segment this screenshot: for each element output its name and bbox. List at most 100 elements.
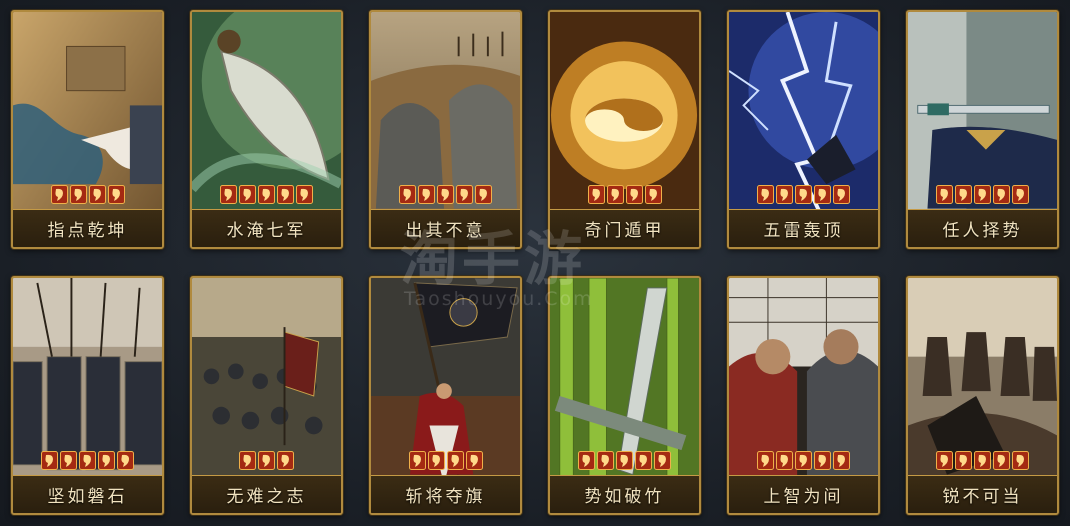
star-rating	[550, 185, 699, 204]
star-icon	[418, 185, 435, 204]
star-icon	[993, 451, 1010, 470]
card-1[interactable]: 指点乾坤	[11, 10, 164, 249]
star-icon	[107, 185, 125, 204]
card-name: 斩将夺旗	[405, 487, 486, 507]
card-name-plate: 斩将夺旗	[371, 475, 520, 513]
star-rating	[908, 451, 1057, 470]
star-icon	[98, 451, 115, 470]
star-rating	[908, 185, 1057, 204]
star-icon	[239, 185, 256, 204]
star-icon	[993, 185, 1010, 204]
card-name-plate: 势如破竹	[550, 475, 699, 513]
card-9[interactable]: 斩将夺旗	[369, 276, 522, 515]
watermark-text: 淘手游	[400, 225, 587, 293]
star-rating	[13, 451, 162, 470]
star-icon	[795, 185, 812, 204]
star-icon	[955, 185, 972, 204]
star-icon	[814, 451, 831, 470]
star-icon	[239, 451, 256, 470]
card-12[interactable]: 锐不可当	[906, 276, 1059, 515]
star-icon	[616, 451, 633, 470]
star-icon	[296, 185, 313, 204]
star-icon	[606, 185, 624, 204]
star-icon	[597, 451, 614, 470]
star-rating	[13, 185, 162, 204]
star-icon	[220, 185, 237, 204]
card-8[interactable]: 无难之志	[190, 276, 343, 515]
card-name-plate: 任人择势	[908, 209, 1057, 247]
star-icon	[277, 451, 294, 470]
star-icon	[69, 185, 87, 204]
star-rating	[192, 451, 341, 470]
card-11[interactable]: 上智为间	[727, 276, 880, 515]
star-rating	[371, 451, 520, 470]
card-5[interactable]: 五雷轰顶	[727, 10, 880, 249]
card-name-plate: 五雷轰顶	[729, 209, 878, 247]
star-icon	[587, 185, 605, 204]
card-name: 势如破竹	[584, 487, 665, 507]
star-icon	[258, 451, 275, 470]
star-icon	[437, 185, 454, 204]
card-name-plate: 指点乾坤	[13, 209, 162, 247]
star-icon	[117, 451, 134, 470]
card-name-plate: 水淹七军	[192, 209, 341, 247]
star-icon	[399, 185, 416, 204]
card-name: 指点乾坤	[47, 221, 128, 241]
card-name: 奇门遁甲	[584, 221, 665, 241]
star-rating	[729, 185, 878, 204]
star-icon	[456, 185, 473, 204]
star-icon	[776, 451, 793, 470]
star-icon	[79, 451, 96, 470]
star-rating	[192, 185, 341, 204]
card-name-plate: 无难之志	[192, 475, 341, 513]
star-icon	[776, 185, 793, 204]
star-icon	[88, 185, 106, 204]
card-name-plate: 坚如磐石	[13, 475, 162, 513]
star-icon	[475, 185, 492, 204]
card-name: 五雷轰顶	[763, 221, 844, 241]
star-icon	[258, 185, 275, 204]
star-icon	[974, 451, 991, 470]
star-icon	[1012, 451, 1029, 470]
card-10[interactable]: 势如破竹	[548, 276, 701, 515]
star-rating	[550, 451, 699, 470]
card-name-plate: 上智为间	[729, 475, 878, 513]
star-icon	[635, 451, 652, 470]
star-icon	[833, 185, 850, 204]
star-icon	[936, 185, 953, 204]
card-2[interactable]: 水淹七军	[190, 10, 343, 249]
star-rating	[371, 185, 520, 204]
star-icon	[277, 185, 294, 204]
star-icon	[408, 451, 426, 470]
card-name: 任人择势	[942, 221, 1023, 241]
star-icon	[1012, 185, 1029, 204]
star-icon	[757, 185, 774, 204]
card-name: 上智为间	[763, 487, 844, 507]
star-icon	[625, 185, 643, 204]
card-name: 水淹七军	[226, 221, 307, 241]
star-icon	[795, 451, 812, 470]
star-icon	[654, 451, 671, 470]
card-name-plate: 锐不可当	[908, 475, 1057, 513]
star-icon	[833, 451, 850, 470]
card-name: 坚如磐石	[47, 487, 128, 507]
star-icon	[757, 451, 774, 470]
star-icon	[955, 451, 972, 470]
star-icon	[578, 451, 595, 470]
star-rating	[729, 451, 878, 470]
card-name: 无难之志	[226, 487, 307, 507]
star-icon	[50, 185, 68, 204]
watermark-subtext: Taoshouyou.Com	[404, 288, 594, 310]
star-icon	[974, 185, 991, 204]
star-icon	[446, 451, 464, 470]
star-icon	[644, 185, 662, 204]
star-icon	[60, 451, 77, 470]
star-icon	[814, 185, 831, 204]
star-icon	[465, 451, 483, 470]
star-icon	[936, 451, 953, 470]
star-icon	[427, 451, 445, 470]
star-icon	[41, 451, 58, 470]
card-6[interactable]: 任人择势	[906, 10, 1059, 249]
card-7[interactable]: 坚如磐石	[11, 276, 164, 515]
card-name: 锐不可当	[942, 487, 1023, 507]
